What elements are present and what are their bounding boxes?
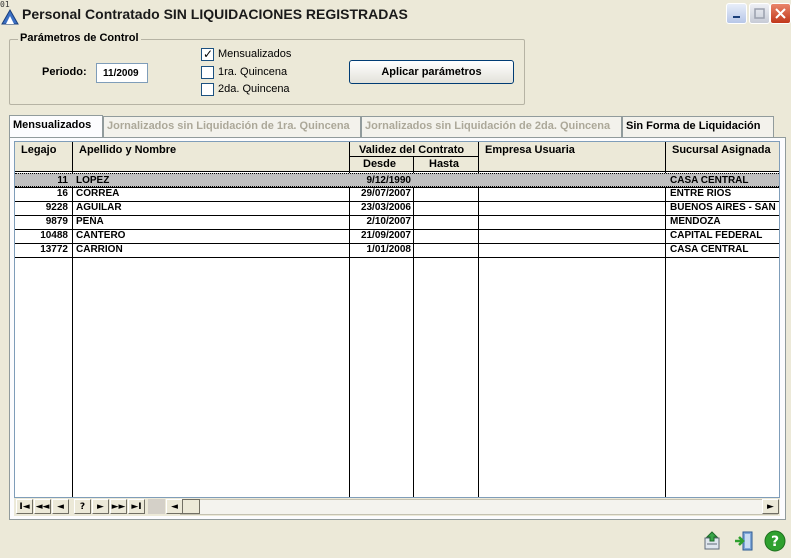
next-record-button[interactable]: ► [92, 499, 109, 514]
cell-hasta [417, 201, 475, 215]
personal-grid[interactable]: Legajo Apellido y Nombre Validez del Con… [14, 141, 780, 498]
periodo-label: Periodo: [42, 66, 87, 78]
svg-text:?: ? [771, 534, 779, 550]
scroll-right-button[interactable]: ► [762, 499, 779, 514]
maximize-icon [754, 8, 765, 19]
help-icon[interactable]: ? [764, 530, 786, 552]
close-button[interactable] [770, 3, 791, 24]
cell-empresa [482, 243, 662, 257]
cell-apellido: LOPEZ [76, 175, 110, 186]
tab-mensualizados[interactable]: Mensualizados [9, 115, 103, 137]
cell-hasta [417, 215, 475, 229]
tab-jornalizados-2da[interactable]: Jornalizados sin Liquidación de 2da. Qui… [361, 116, 622, 137]
col-empresa-usuaria[interactable]: Empresa Usuaria [479, 142, 666, 172]
first-record-button[interactable]: I◄ [16, 499, 33, 514]
cell-desde: 1/01/2008 [366, 244, 412, 255]
cell-hasta [417, 187, 475, 201]
cell-desde: 29/07/2007 [360, 188, 411, 199]
cell-desde: 21/09/2007 [360, 230, 411, 241]
cell-apellido: PEÑA [76, 216, 104, 227]
app-icon [1, 8, 19, 25]
next-page-button[interactable]: ►► [110, 499, 127, 514]
table-row[interactable]: 9879 PEÑA 2/10/2007 MENDOZA [15, 215, 779, 229]
table-row[interactable]: 11 LOPEZ 9/12/1990 CASA CENTRAL [15, 173, 779, 188]
minimize-button[interactable] [726, 3, 747, 24]
prev-record-button[interactable]: ◄ [52, 499, 69, 514]
col-desde[interactable]: Desde [350, 157, 414, 172]
grid-row-separator [15, 257, 779, 258]
cell-legajo: 16 [56, 188, 68, 199]
cell-desde: 9/12/1990 [366, 175, 412, 186]
exit-icon[interactable] [733, 530, 755, 552]
cell-legajo: 9879 [45, 216, 68, 227]
search-record-button[interactable]: ? [74, 499, 91, 514]
cell-hasta [417, 174, 475, 188]
cell-legajo: 9228 [45, 202, 68, 213]
refresh-icon[interactable] [701, 530, 723, 552]
cell-sucursal: BUENOS AIRES - SAN [670, 202, 776, 213]
horizontal-scrollbar[interactable] [180, 499, 778, 515]
col-sucursal-asignada[interactable]: Sucursal Asignada [666, 142, 779, 172]
cell-empresa [482, 201, 662, 215]
cell-legajo: 13772 [40, 244, 68, 255]
cell-sucursal: CASA CENTRAL [670, 175, 749, 186]
primera-quincena-label: 1ra. Quincena [218, 66, 288, 78]
cell-empresa [482, 215, 662, 229]
col-hasta[interactable]: Hasta [414, 157, 479, 172]
grid-divider [779, 172, 780, 498]
cell-sucursal: ENTRE RIOS [670, 188, 732, 199]
table-row[interactable]: 9228 AGUILAR 23/03/2006 BUENOS AIRES - S… [15, 201, 779, 215]
periodo-input[interactable]: 11/2009 [96, 63, 148, 83]
table-row[interactable]: 16 CORREA 29/07/2007 ENTRE RIOS [15, 187, 779, 201]
last-record-button[interactable]: ►I [128, 499, 145, 514]
tab-jornalizados-1ra[interactable]: Jornalizados sin Liquidación de 1ra. Qui… [103, 116, 361, 137]
col-validez-contrato[interactable]: Validez del Contrato [350, 142, 479, 157]
scroll-thumb[interactable] [182, 499, 200, 514]
table-row[interactable]: 10488 CANTERO 21/09/2007 CAPITAL FEDERAL [15, 229, 779, 243]
segunda-quincena-checkbox[interactable] [201, 83, 214, 96]
tab-sin-forma-liquidacion[interactable]: Sin Forma de Liquidación [622, 116, 774, 137]
title-bar: 01 Personal Contratado SIN LIQUIDACIONES… [0, 0, 791, 28]
segunda-quincena-label: 2da. Quincena [218, 83, 290, 95]
cell-empresa [482, 174, 662, 188]
minimize-icon [732, 15, 740, 18]
close-icon [775, 8, 786, 19]
col-apellido-nombre[interactable]: Apellido y Nombre [73, 142, 350, 172]
aplicar-parametros-button[interactable]: Aplicar parámetros [349, 60, 514, 84]
cell-apellido: CARRION [76, 244, 123, 255]
scroll-left-button[interactable]: ◄ [166, 499, 183, 514]
cell-apellido: CORREA [76, 188, 120, 199]
cell-legajo: 11 [57, 175, 68, 186]
col-legajo[interactable]: Legajo [15, 142, 73, 172]
cell-sucursal: MENDOZA [670, 216, 721, 227]
cell-empresa [482, 229, 662, 243]
parametros-legend: Parámetros de Control [18, 32, 141, 44]
cell-desde: 23/03/2006 [360, 202, 411, 213]
window-title: Personal Contratado SIN LIQUIDACIONES RE… [22, 6, 408, 22]
cell-legajo: 10488 [40, 230, 68, 241]
cell-apellido: CANTERO [76, 230, 126, 241]
maximize-button[interactable] [749, 3, 770, 24]
checkmark-icon: ✓ [203, 47, 214, 61]
cell-hasta [417, 243, 475, 257]
navigator-spacer [148, 499, 165, 514]
cell-empresa [482, 187, 662, 201]
table-row[interactable]: 13772 CARRION 1/01/2008 CASA CENTRAL [15, 243, 779, 257]
record-navigator: I◄ ◄◄ ◄ ? ► ►► ►I ◄ ► [14, 498, 780, 516]
cell-sucursal: CAPITAL FEDERAL [670, 230, 763, 241]
cell-hasta [417, 229, 475, 243]
cell-desde: 2/10/2007 [366, 216, 412, 227]
mensualizados-checkbox[interactable]: ✓ [201, 47, 214, 61]
cell-apellido: AGUILAR [76, 202, 122, 213]
prev-page-button[interactable]: ◄◄ [34, 499, 51, 514]
cell-sucursal: CASA CENTRAL [670, 244, 749, 255]
primera-quincena-checkbox[interactable] [201, 66, 214, 79]
mensualizados-label: Mensualizados [218, 48, 292, 60]
